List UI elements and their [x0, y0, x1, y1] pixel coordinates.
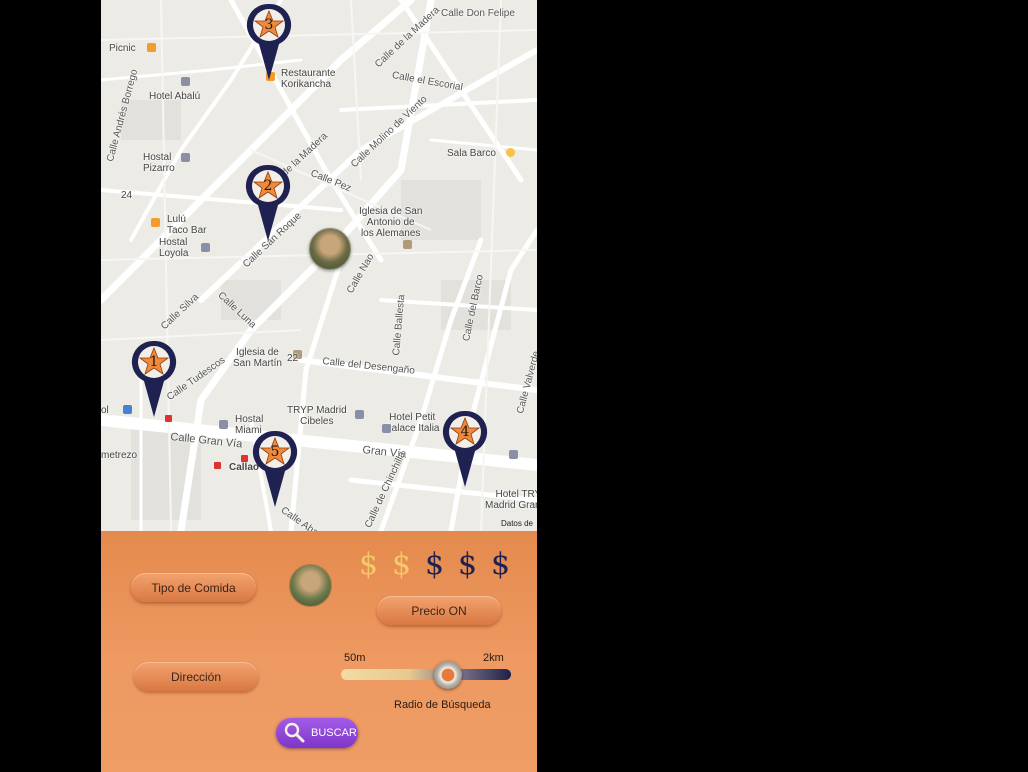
hotel-icon[interactable]: [509, 450, 518, 459]
price-level-4[interactable]: $: [458, 545, 477, 585]
pin-number: 2: [263, 178, 273, 194]
map-pin-icon: [131, 340, 177, 417]
user-location-avatar[interactable]: [309, 228, 351, 270]
place-label: 22: [287, 353, 299, 364]
search-button-label: BUSCAR: [311, 727, 357, 739]
food-type-button[interactable]: Tipo de Comida: [131, 573, 256, 602]
restaurant-icon[interactable]: [147, 43, 156, 52]
map-pin-icon: [245, 164, 291, 241]
place-label: Hotel Abalú: [149, 91, 201, 102]
map-pin-1[interactable]: 1: [131, 339, 177, 419]
place-label: Lulú Taco Bar: [167, 214, 207, 236]
place-label: Iglesia de San Antonio de los Alemanes: [359, 206, 423, 239]
place-label: 24: [121, 190, 133, 201]
place-label: Hotel Petit Palace Italia: [385, 412, 440, 434]
map-view[interactable]: Calle Don Felipe Calle de la Madera Call…: [101, 0, 537, 531]
metro-icon[interactable]: [214, 462, 221, 469]
radius-min-label: 50m: [344, 652, 366, 664]
place-label: Hostal Loyola: [159, 237, 189, 259]
radius-slider-handle[interactable]: [434, 661, 463, 689]
place-label: Picnic: [109, 43, 136, 54]
church-icon[interactable]: [403, 240, 412, 249]
hotel-icon[interactable]: [201, 243, 210, 252]
restaurant-icon[interactable]: [151, 218, 160, 227]
hotel-icon[interactable]: [382, 424, 391, 433]
hotel-icon[interactable]: [181, 153, 190, 162]
price-toggle-button[interactable]: Precio ON: [377, 596, 501, 625]
street-label: Calle Don Felipe: [441, 8, 515, 19]
radius-label: Radio de Búsqueda: [394, 699, 491, 711]
price-level-1[interactable]: $: [359, 545, 378, 585]
place-label: metrezo: [101, 450, 138, 461]
place-label: Sala Barco: [447, 148, 496, 159]
pin-number: 5: [270, 444, 280, 460]
place-label: Hostal Pizarro: [143, 152, 175, 174]
map-pin-icon: [442, 410, 488, 487]
avatar[interactable]: [289, 564, 332, 607]
filter-panel: Tipo de Comida $ $ $ $ $ Precio ON Direc…: [101, 531, 537, 772]
map-pin-icon: [252, 430, 298, 507]
hotel-icon[interactable]: [219, 420, 228, 429]
radius-max-label: 2km: [483, 652, 504, 664]
map-pin-3[interactable]: 3: [246, 2, 292, 82]
place-label: Iglesia de San Martín: [233, 347, 282, 369]
hotel-icon[interactable]: [355, 410, 364, 419]
map-pin-icon: [246, 3, 292, 81]
price-level-2[interactable]: $: [392, 545, 411, 585]
map-pin-5[interactable]: 5: [252, 429, 298, 509]
place-label: ol: [101, 405, 109, 416]
search-icon: [284, 722, 305, 743]
search-button[interactable]: BUSCAR: [276, 718, 358, 748]
map-pin-4[interactable]: 4: [442, 409, 488, 489]
pin-number: 4: [460, 424, 470, 440]
map-pin-2[interactable]: 2: [245, 163, 291, 243]
hotel-icon[interactable]: [181, 77, 190, 86]
pin-number: 3: [264, 17, 274, 33]
pin-number: 1: [149, 354, 159, 370]
map-attribution[interactable]: Datos de: [501, 519, 533, 528]
price-level-3[interactable]: $: [425, 545, 444, 585]
metro-icon[interactable]: [241, 455, 248, 462]
place-label: Hotel TRYP Madrid Gran Vía: [485, 489, 537, 511]
address-button[interactable]: Dirección: [134, 662, 258, 691]
bar-icon[interactable]: [506, 148, 515, 157]
place-label: TRYP Madrid Cibeles: [287, 405, 347, 427]
app-frame: Calle Don Felipe Calle de la Madera Call…: [101, 0, 537, 772]
price-level-5[interactable]: $: [491, 545, 510, 585]
radius-slider-track[interactable]: [341, 669, 511, 680]
